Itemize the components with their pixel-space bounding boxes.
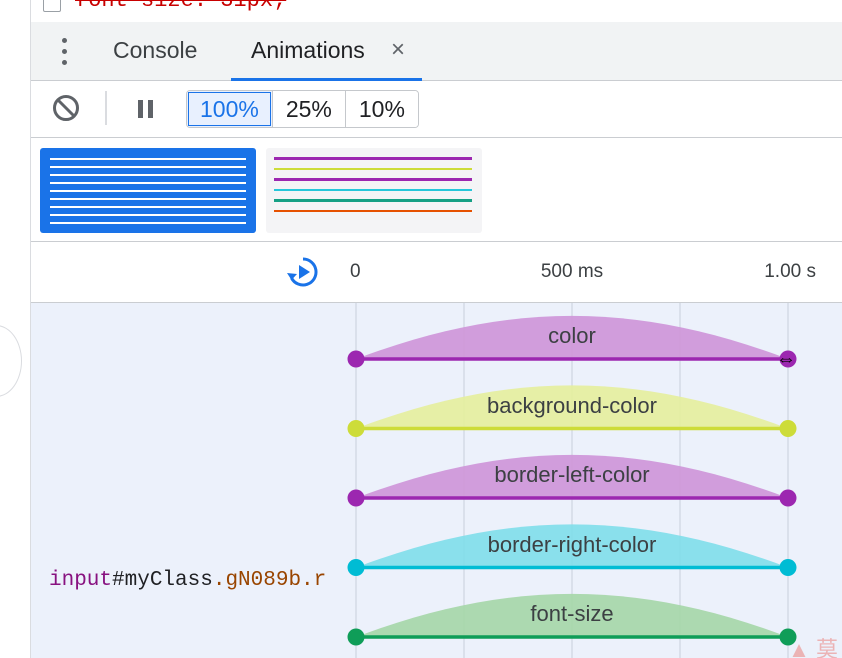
animations-toolbar: 100% 25% 10% [31,81,842,138]
replay-icon [287,257,318,287]
preview-line [274,188,472,191]
css-property-text: font-size: 31px; [75,0,287,13]
animation-timeline-grid: input#myClass.gN089b.r ▲ 莫 color backgrou… [31,303,842,658]
animation-name-label: font-size [530,601,614,626]
preview-line [50,174,246,176]
animation-name-label: border-right-color [487,531,657,557]
watermark-logo: ▲ 莫 [788,637,838,658]
animation-group-previews [31,138,842,242]
tab-animations-label: Animations [251,37,365,63]
preview-line [50,166,246,168]
preview-line [50,190,246,192]
preview-line [274,178,472,181]
keyframe-end-handle[interactable] [779,420,797,437]
animation-group-preview-selected[interactable] [40,148,256,233]
animation-name-label: background-color [487,392,657,418]
timeline-header: 0 500 ms 1.00 s [31,242,842,303]
clear-all-button[interactable] [51,93,81,123]
keyframe-start-handle[interactable] [347,420,365,437]
animation-name-label: color [548,323,596,348]
timeline-tick-0: 0 [350,261,361,282]
speed-100-button[interactable]: 100% [187,91,272,127]
property-checkbox[interactable] [43,0,61,12]
speed-25-button[interactable]: 25% [271,91,345,127]
tab-console[interactable]: Console [101,22,209,80]
animation-group-preview[interactable] [266,148,482,233]
keyframe-end-handle[interactable] [779,489,797,507]
pause-icon [138,100,143,118]
preview-line [50,214,246,216]
animation-tracks [347,303,797,658]
toolbar-divider [105,91,107,125]
more-tools-icon[interactable] [59,38,69,68]
preview-line [50,158,246,160]
timeline-tick-500ms: 500 ms [540,261,604,282]
timeline-tick-1s: 1.00 s [764,261,816,282]
preview-line [274,157,472,160]
animation-name-label: border-left-color [494,462,650,487]
block-icon [53,95,79,121]
speed-10-button[interactable]: 10% [344,91,418,127]
drawer-tabbar: Console Animations × [31,22,842,81]
tab-animations[interactable]: Animations × [231,22,422,81]
pause-all-button[interactable] [134,97,158,121]
preview-line [50,206,246,208]
preview-line [274,209,472,212]
keyframe-start-handle[interactable] [347,559,365,576]
playback-speed-group: 100% 25% 10% [186,90,419,128]
replay-button[interactable] [286,255,320,289]
preview-line [50,182,246,184]
close-icon[interactable]: × [391,22,405,78]
preview-line [50,222,246,224]
resize-cursor-icon: ⇔ [776,348,796,370]
keyframe-end-handle[interactable] [779,559,797,576]
preview-line [50,198,246,200]
preview-line [274,199,472,202]
styles-pane-strip: font-size: 31px; [31,0,842,23]
keyframe-start-handle[interactable] [347,350,365,368]
keyframe-start-handle[interactable] [347,489,365,507]
keyframe-start-handle[interactable] [347,628,365,646]
preview-line [274,167,472,170]
